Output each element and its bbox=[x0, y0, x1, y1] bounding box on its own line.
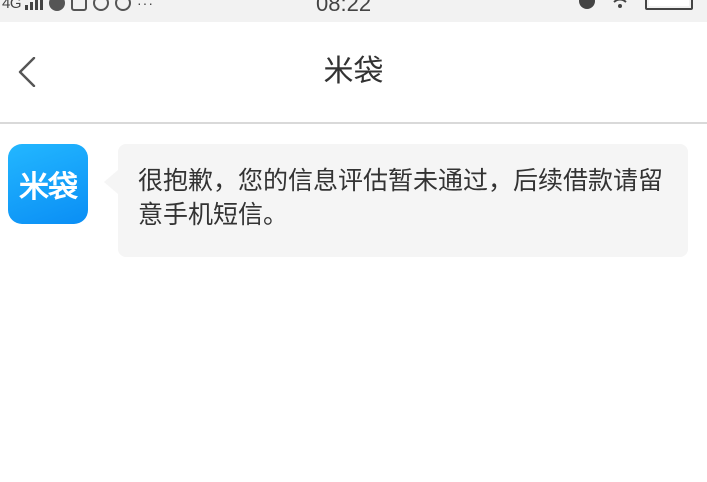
image-notification-icon bbox=[71, 0, 88, 11]
network-type: 4G bbox=[2, 0, 22, 12]
status-bar-left: 4G ··· bbox=[2, 0, 154, 13]
avatar-logo-text: 米袋 bbox=[19, 170, 78, 205]
shield-notification-icon bbox=[93, 0, 110, 11]
status-time: 08:22 bbox=[316, 0, 372, 16]
status-bar-right bbox=[579, 0, 693, 10]
message-bubble[interactable]: 很抱歉，您的信息评估暂未通过，后续借款请留意手机短信。 bbox=[104, 144, 688, 257]
avatar[interactable]: 米袋 bbox=[8, 144, 88, 224]
chat-notification-icon bbox=[49, 0, 66, 11]
signal-icon bbox=[25, 0, 44, 10]
wallet-notification-icon bbox=[115, 0, 132, 11]
more-notifications-icon: ··· bbox=[137, 0, 155, 11]
wifi-icon bbox=[613, 0, 627, 8]
navigation-header: 米袋 bbox=[0, 22, 707, 124]
battery-icon bbox=[645, 0, 693, 10]
message-text: 很抱歉，您的信息评估暂未通过，后续借款请留意手机短信。 bbox=[138, 166, 664, 229]
alarm-icon bbox=[579, 0, 595, 9]
page-title: 米袋 bbox=[323, 54, 384, 89]
status-bar: 4G ··· 08:22 bbox=[0, 0, 707, 22]
